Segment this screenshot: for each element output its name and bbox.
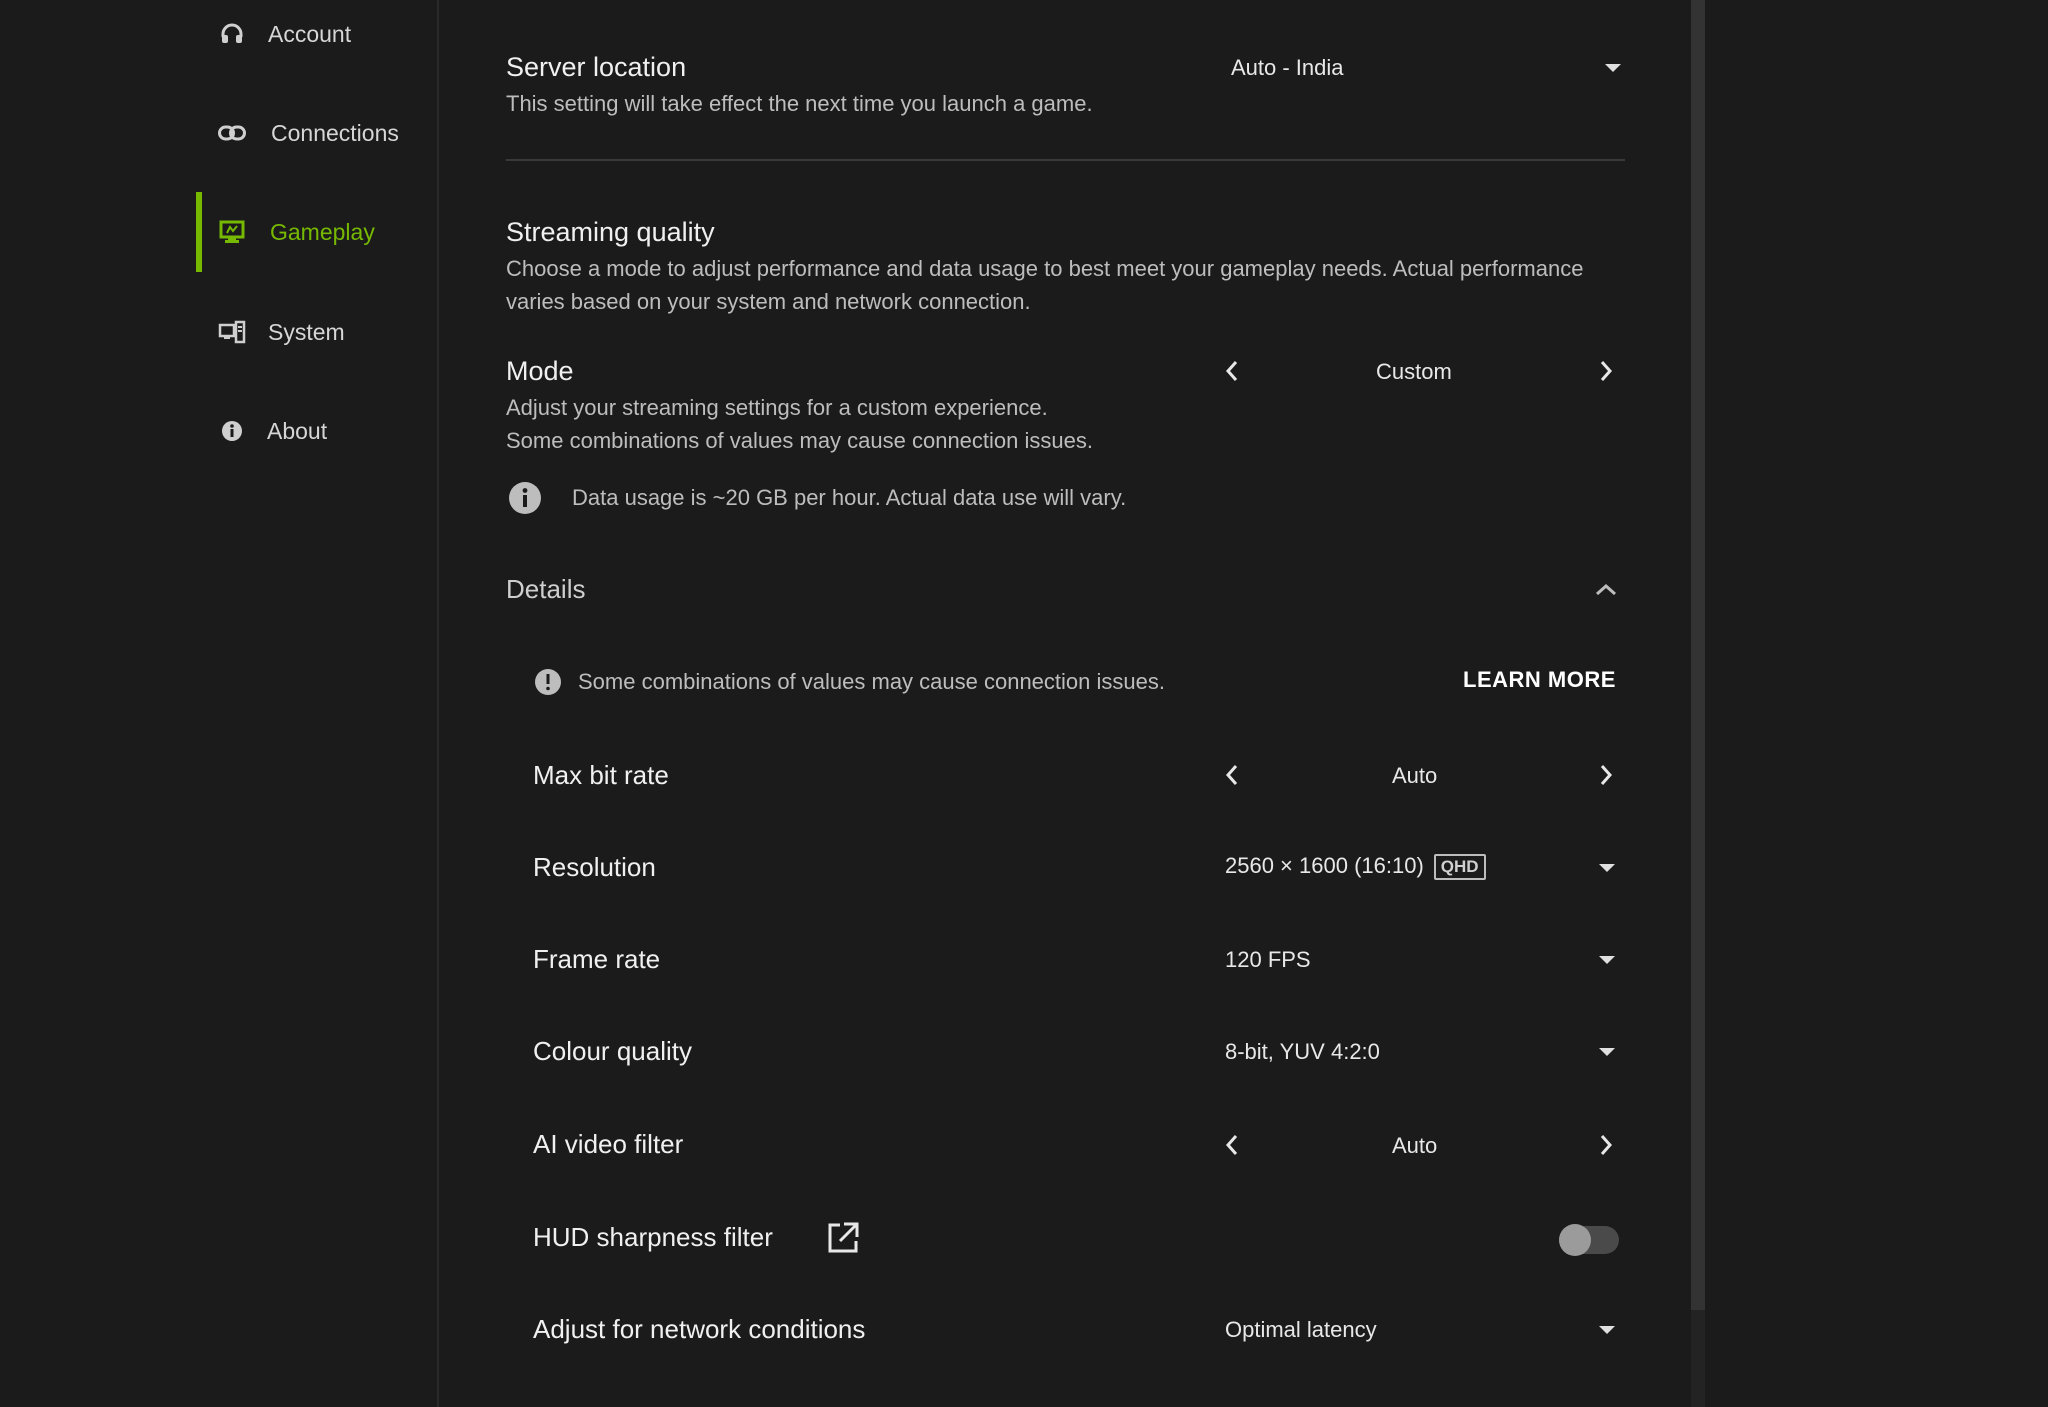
info-icon xyxy=(508,481,542,520)
streaming-quality-title: Streaming quality xyxy=(506,217,715,247)
server-location-value[interactable]: Auto - India xyxy=(1231,55,1344,81)
app-window: Account Connections Gameplay System Abou xyxy=(0,0,2048,1407)
max-bit-rate-prev-chevron-icon[interactable] xyxy=(1218,761,1246,789)
ai-video-filter-next-chevron-icon[interactable] xyxy=(1592,1131,1620,1159)
mode-value: Custom xyxy=(1376,359,1452,384)
devices-icon xyxy=(216,316,248,348)
colour-quality-value[interactable]: 8-bit, YUV 4:2:0 xyxy=(1225,1039,1380,1065)
network-conditions-value[interactable]: Optimal latency xyxy=(1225,1317,1377,1343)
sidebar-item-connections[interactable]: Connections xyxy=(196,93,436,173)
details-warning-text: Some combinations of values may cause co… xyxy=(578,669,1165,694)
resolution-label: Resolution xyxy=(533,852,656,882)
warning-icon xyxy=(534,668,562,701)
headset-icon xyxy=(216,18,248,50)
qhd-badge: QHD xyxy=(1433,854,1486,881)
mode-title: Mode xyxy=(506,356,574,386)
resolution-select[interactable]: 2560 × 1600 (16:10) QHD xyxy=(1225,853,1486,881)
max-bit-rate-next-chevron-icon[interactable] xyxy=(1592,761,1620,789)
sidebar-item-gameplay[interactable]: Gameplay xyxy=(196,192,436,272)
sidebar-item-system[interactable]: System xyxy=(196,292,436,372)
max-bit-rate-label: Max bit rate xyxy=(533,760,669,790)
ai-video-filter-prev-chevron-icon[interactable] xyxy=(1218,1131,1246,1159)
info-icon xyxy=(216,415,248,447)
server-location-dropdown-icon[interactable] xyxy=(1605,64,1621,72)
sidebar-item-account[interactable]: Account xyxy=(196,0,436,74)
network-conditions-label: Adjust for network conditions xyxy=(533,1314,866,1344)
learn-more-link[interactable]: LEARN MORE xyxy=(1463,667,1616,693)
right-empty-pane xyxy=(1705,0,2048,1407)
scrollbar-thumb[interactable] xyxy=(1691,0,1705,1310)
scrollbar[interactable] xyxy=(1691,0,1705,1407)
ai-video-filter-label: AI video filter xyxy=(533,1129,684,1159)
sidebar-item-about[interactable]: About xyxy=(196,391,436,471)
colour-quality-dropdown-icon[interactable] xyxy=(1599,1048,1615,1056)
sidebar-item-label: Account xyxy=(268,20,352,47)
mode-next-chevron-icon[interactable] xyxy=(1592,357,1620,385)
hud-sharpness-toggle[interactable] xyxy=(1559,1224,1619,1256)
mode-prev-chevron-icon[interactable] xyxy=(1218,357,1246,385)
server-location-title: Server location xyxy=(506,52,687,82)
frame-rate-dropdown-icon[interactable] xyxy=(1599,956,1615,964)
sidebar-item-label: Gameplay xyxy=(270,218,375,245)
mode-description-line2: Some combinations of values may cause co… xyxy=(506,428,1093,453)
server-location-description: This setting will take effect the next t… xyxy=(506,91,1093,116)
hud-sharpness-filter-label: HUD sharpness filter xyxy=(533,1222,773,1252)
external-link-icon[interactable] xyxy=(826,1221,860,1260)
link-icon xyxy=(216,117,248,149)
toggle-knob xyxy=(1559,1224,1591,1256)
streaming-quality-description: Choose a mode to adjust performance and … xyxy=(506,256,1584,314)
sidebar: Account Connections Gameplay System Abou xyxy=(0,0,439,1407)
resolution-value: 2560 × 1600 (16:10) xyxy=(1225,853,1424,878)
details-title[interactable]: Details xyxy=(506,574,585,605)
data-usage-text: Data usage is ~20 GB per hour. Actual da… xyxy=(572,485,1127,510)
max-bit-rate-value: Auto xyxy=(1392,763,1438,788)
sidebar-item-label: About xyxy=(267,417,328,444)
network-conditions-dropdown-icon[interactable] xyxy=(1599,1326,1615,1334)
frame-rate-value[interactable]: 120 FPS xyxy=(1225,947,1311,973)
ai-video-filter-value: Auto xyxy=(1392,1133,1438,1158)
section-divider xyxy=(506,159,1625,161)
chevron-up-icon[interactable] xyxy=(1592,576,1620,604)
sidebar-item-label: Connections xyxy=(271,119,399,146)
sidebar-item-label: System xyxy=(268,318,345,345)
colour-quality-label: Colour quality xyxy=(533,1036,692,1066)
monitor-icon xyxy=(216,216,248,248)
resolution-dropdown-icon[interactable] xyxy=(1599,864,1615,872)
frame-rate-label: Frame rate xyxy=(533,944,661,974)
mode-description-line1: Adjust your streaming settings for a cus… xyxy=(506,395,1048,420)
